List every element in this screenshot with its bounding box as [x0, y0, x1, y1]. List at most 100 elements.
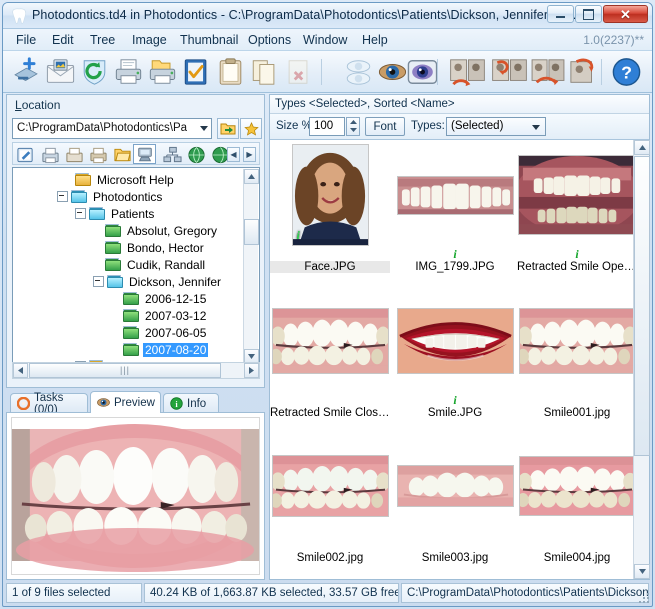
help-icon[interactable]: ? [611, 57, 642, 87]
thumbnail-image[interactable] [518, 456, 636, 516]
tree-node[interactable]: Bondo, Hector [105, 239, 206, 256]
close-button[interactable]: ✕ [603, 5, 648, 23]
tree-node[interactable]: Dickson, Jennifer [93, 273, 223, 290]
types-combo[interactable]: (Selected) [446, 117, 546, 136]
thumbnail-item[interactable]: Smile002.jpg [270, 433, 390, 564]
print-folder-icon[interactable] [147, 57, 178, 87]
size-input[interactable]: 100 [309, 117, 345, 136]
thumbnail-item[interactable]: i Retracted Smile Open.J... [517, 142, 637, 273]
thumbnail-grid[interactable]: i Face.JPG i IMG_1799.JPG i Retracted Sm… [270, 140, 649, 579]
thumbnail-image[interactable] [518, 155, 636, 235]
resize-grip-icon[interactable] [637, 591, 651, 605]
network-computer-button[interactable] [133, 144, 156, 164]
thumbnail-image[interactable]: i [291, 144, 369, 246]
image-mirror-icon[interactable] [531, 57, 565, 87]
thumbnail-image[interactable] [271, 455, 389, 517]
info-badge-icon[interactable]: i [395, 248, 515, 261]
eye-select-icon[interactable] [407, 57, 438, 87]
scroll-left-button[interactable] [13, 363, 28, 378]
open-folder-icon[interactable] [113, 146, 132, 164]
folder-tree[interactable]: Microsoft Help Photodontics Patients Absolu… [12, 167, 260, 364]
check-document-icon[interactable] [181, 57, 212, 87]
tree-node[interactable]: 2007-03-12 [123, 307, 208, 324]
tree-node[interactable]: Patients [75, 205, 156, 222]
thumbnail-item[interactable]: Retracted Smile Closed... [270, 288, 390, 419]
hscroll-thumb[interactable]: ||| [29, 363, 221, 378]
thumbnail-vertical-scrollbar[interactable] [633, 140, 650, 579]
tree-node[interactable]: 2007-06-05 [123, 324, 208, 341]
tree-horizontal-scrollbar[interactable]: ||| [12, 362, 260, 379]
collapse-minus-icon[interactable] [57, 191, 68, 202]
thumbnail-image[interactable] [396, 465, 514, 507]
tree-node[interactable]: Microsoft Help [75, 171, 176, 188]
image-rotate-right-icon[interactable] [569, 57, 599, 87]
stepper-down-icon[interactable] [347, 126, 359, 134]
menu-item-tree[interactable]: Tree [85, 32, 120, 48]
collapse-minus-icon[interactable] [75, 208, 86, 219]
collapse-minus-icon[interactable] [93, 276, 104, 287]
print-icon[interactable] [113, 57, 144, 87]
location-path-combo[interactable]: C:\ProgramData\Photodontics\Patien [12, 118, 212, 139]
tree-node[interactable]: Absolut, Gregory [105, 222, 219, 239]
image-rotate-icon[interactable] [491, 57, 528, 87]
thumbnail-item[interactable]: Smile004.jpg [517, 433, 637, 564]
tab-tasks[interactable]: Tasks (0/0) [10, 392, 88, 416]
location-nav-next-button[interactable]: ▶ [243, 147, 256, 162]
minimize-button[interactable] [547, 5, 574, 23]
scroll-thumb[interactable] [634, 156, 650, 456]
thumbnail-item[interactable]: Smile003.jpg [395, 433, 515, 564]
tab-info[interactable]: i Info [163, 393, 219, 413]
tree-node[interactable]: 2006-12-15 [123, 290, 208, 307]
scroll-down-button[interactable] [634, 564, 650, 579]
print-location-icon[interactable] [89, 146, 108, 164]
thumbnail-image[interactable] [271, 308, 389, 374]
eyes-compare-icon[interactable] [343, 57, 374, 87]
network-share-icon[interactable] [163, 146, 182, 164]
thumbnail-image[interactable] [518, 308, 636, 374]
scroll-thumb[interactable] [244, 219, 259, 245]
info-badge-icon[interactable]: i [517, 248, 637, 261]
tab-preview[interactable]: Preview [90, 391, 161, 413]
info-badge-icon[interactable]: i [395, 394, 515, 407]
thumbnail-item[interactable]: Smile001.jpg [517, 288, 637, 419]
scroll-up-button[interactable] [244, 169, 259, 184]
size-stepper[interactable] [346, 117, 360, 136]
font-button[interactable]: Font [365, 117, 405, 136]
menu-item-help[interactable]: Help [357, 32, 393, 48]
delete-x-icon[interactable] [283, 57, 314, 87]
stepper-up-icon[interactable] [347, 118, 359, 126]
thumbnail-item[interactable]: i Smile.JPG [395, 288, 515, 419]
open-location-icon[interactable] [65, 146, 84, 164]
scroll-up-button[interactable] [634, 140, 650, 155]
menu-item-thumbnail[interactable]: Thumbnail [175, 32, 243, 48]
favorite-button[interactable] [240, 118, 262, 139]
tree-node[interactable]: 2007-08-20 [123, 341, 209, 358]
edit-location-icon[interactable] [16, 146, 35, 164]
tree-node[interactable]: Photodontics [57, 188, 164, 205]
info-badge-icon[interactable]: i [297, 228, 300, 243]
preview-dental-image[interactable] [11, 417, 260, 575]
copy-files-icon[interactable] [249, 57, 280, 87]
eye-detail-icon[interactable] [377, 57, 408, 87]
thumbnail-item[interactable]: i IMG_1799.JPG [395, 142, 515, 273]
location-nav-prev-button[interactable]: ◀ [227, 147, 240, 162]
menu-item-options[interactable]: Options [243, 32, 296, 48]
clipboard-icon[interactable] [215, 57, 246, 87]
scroll-right-button[interactable] [244, 363, 259, 378]
menu-item-image[interactable]: Image [127, 32, 172, 48]
menu-item-window[interactable]: Window [298, 32, 352, 48]
menu-item-edit[interactable]: Edit [47, 32, 79, 48]
thumbnail-item[interactable]: i Face.JPG [270, 142, 390, 273]
sync-refresh-icon[interactable] [79, 57, 110, 87]
maximize-button[interactable] [575, 5, 602, 23]
save-location-icon[interactable] [41, 146, 60, 164]
tree-vertical-scrollbar[interactable] [243, 169, 259, 363]
scan-add-icon[interactable] [11, 57, 42, 87]
tree-node[interactable]: Cudik, Randall [105, 256, 207, 273]
image-flip-horizontal-icon[interactable] [449, 57, 486, 87]
email-image-icon[interactable] [45, 57, 76, 87]
menu-item-file[interactable]: File [11, 32, 41, 48]
thumbnail-image[interactable] [396, 308, 514, 374]
go-folder-button[interactable] [217, 118, 239, 139]
thumbnail-image[interactable] [396, 175, 514, 215]
